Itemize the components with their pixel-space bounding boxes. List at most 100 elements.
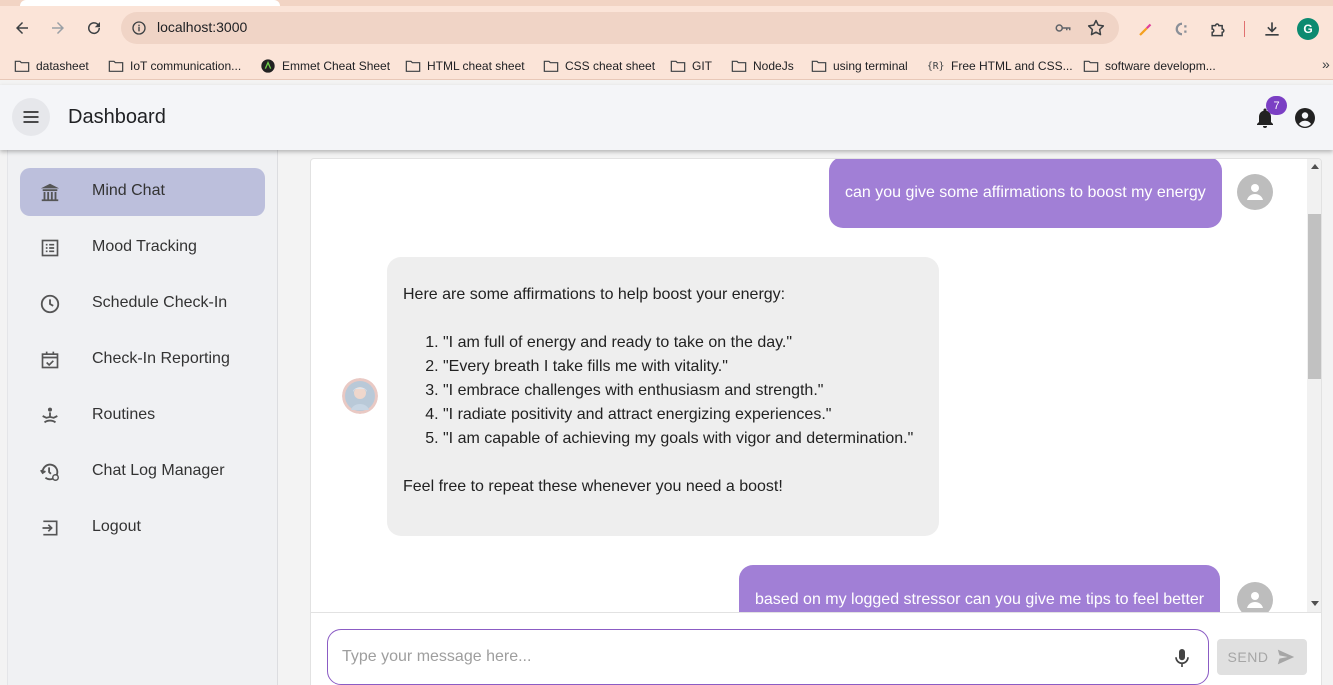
temple-icon: [40, 183, 60, 202]
password-key-icon[interactable]: [1053, 19, 1073, 37]
bookmark-label: datasheet: [36, 59, 89, 73]
bookmark-item[interactable]: software developm...: [1083, 57, 1216, 75]
bookmark-label: using terminal: [833, 59, 908, 73]
list-item: "Every breath I take fills me with vital…: [443, 355, 923, 379]
eyedropper-icon: [1139, 23, 1152, 36]
profile-avatar[interactable]: G: [1297, 18, 1319, 40]
bookmark-star-icon[interactable]: [1086, 18, 1106, 38]
folder-icon: [405, 60, 421, 72]
bookmark-label: IoT communication...: [130, 59, 242, 73]
sidebar-item-mood-tracking[interactable]: Mood Tracking: [20, 224, 265, 272]
bookmark-item[interactable]: Emmet Cheat Sheet: [260, 57, 390, 75]
code-extension[interactable]: [1171, 18, 1193, 40]
sidebar-item-check-in-reporting[interactable]: Check-In Reporting: [20, 336, 265, 384]
bookmark-item[interactable]: NodeJs: [731, 57, 794, 75]
send-arrow-icon: [1278, 649, 1295, 665]
folder-icon: [108, 60, 124, 72]
sidebar-item-label: Logout: [92, 518, 141, 535]
bot-avatar: [342, 378, 378, 414]
hamburger-menu-icon: [23, 111, 39, 123]
bookmark-label: CSS cheat sheet: [565, 59, 656, 73]
bookmarks-bar: datasheet IoT communication... Emmet Che…: [0, 50, 1333, 80]
puzzle-icon: [1211, 23, 1225, 37]
bookmark-item[interactable]: using terminal: [811, 57, 908, 75]
folder-icon: [670, 60, 686, 72]
folder-icon: [1083, 60, 1099, 72]
list-item: "I radiate positivity and attract energi…: [443, 403, 923, 427]
bot-message-bubble: Here are some affirmations to help boost…: [387, 257, 939, 536]
send-button[interactable]: SEND: [1217, 639, 1307, 675]
color-picker-extension[interactable]: [1135, 18, 1157, 40]
list-item: "I am full of energy and ready to take o…: [443, 331, 923, 355]
bookmark-label: GIT: [692, 59, 712, 73]
send-button-label: SEND: [1227, 649, 1269, 665]
message-input[interactable]: [327, 629, 1209, 685]
bookmark-label: HTML cheat sheet: [427, 59, 525, 73]
url-text[interactable]: localhost:3000: [157, 19, 247, 35]
account-circle-icon[interactable]: [1293, 106, 1317, 130]
downloads-button[interactable]: [1261, 18, 1283, 40]
browser-toolbar: localhost:3000 G: [0, 6, 1333, 50]
list-item: "I am capable of achieving my goals with…: [443, 427, 923, 451]
bookmark-item[interactable]: CSS cheat sheet: [543, 57, 655, 75]
toolbar-divider: [1244, 21, 1245, 37]
sidebar-item-label: Mind Chat: [92, 182, 165, 199]
bookmark-label: Emmet Cheat Sheet: [282, 59, 391, 73]
forward-button[interactable]: [46, 16, 70, 40]
folder-icon: [731, 60, 747, 72]
bookmark-item[interactable]: datasheet: [14, 57, 89, 75]
user-avatar: [1237, 582, 1273, 612]
bookmark-item[interactable]: IoT communication...: [108, 57, 241, 75]
sidebar-item-label: Routines: [92, 406, 156, 423]
history-settings-icon: [40, 463, 59, 481]
sidebar-item-routines[interactable]: Routines: [20, 392, 265, 440]
download-icon: [1265, 22, 1279, 36]
list-item: "I embrace challenges with enthusiasm an…: [443, 379, 923, 403]
scroll-down-arrow-icon[interactable]: [1311, 601, 1319, 606]
folder-icon: [543, 60, 559, 72]
microphone-icon[interactable]: [1173, 647, 1191, 669]
r-icon: {R}: [927, 61, 944, 72]
notification-badge: 7: [1266, 96, 1287, 115]
scroll-up-arrow-icon[interactable]: [1311, 164, 1319, 169]
bookmarks-overflow-button[interactable]: »: [1322, 56, 1330, 72]
logout-icon: [42, 520, 58, 536]
menu-button[interactable]: [12, 98, 50, 136]
affirmation-list: "I am full of energy and ready to take o…: [443, 331, 923, 451]
back-button[interactable]: [10, 16, 34, 40]
bot-message-outro: Feel free to repeat these whenever you n…: [403, 478, 783, 495]
chat-panel[interactable]: can you give some affirmations to boost …: [310, 158, 1322, 613]
list-icon: [41, 239, 59, 257]
address-bar[interactable]: localhost:3000: [121, 12, 1119, 44]
reload-button[interactable]: [82, 16, 106, 40]
page-title: Dashboard: [68, 106, 166, 128]
chat-scrollbar-thumb[interactable]: [1308, 214, 1321, 379]
site-info-icon[interactable]: [131, 20, 147, 36]
bookmark-item[interactable]: GIT: [670, 57, 712, 75]
emmet-icon: [261, 59, 275, 73]
bookmark-label: NodeJs: [753, 59, 794, 73]
sidebar-item-schedule-check-in[interactable]: Schedule Check-In: [20, 280, 265, 328]
bookmark-item[interactable]: HTML cheat sheet: [405, 57, 525, 75]
sidebar-item-label: Schedule Check-In: [92, 294, 228, 311]
bookmark-label: Free HTML and CSS...: [951, 59, 1073, 73]
calendar-check-icon: [41, 351, 59, 369]
sidebar-item-chat-log-manager[interactable]: Chat Log Manager: [20, 448, 265, 496]
user-message-bubble: based on my logged stressor can you give…: [739, 565, 1221, 612]
message-composer: SEND: [310, 613, 1322, 685]
user-message-bubble: can you give some affirmations to boost …: [829, 159, 1222, 228]
person-icon: [1247, 592, 1263, 608]
folder-icon: [14, 60, 30, 72]
sidebar-item-label: Chat Log Manager: [92, 462, 225, 479]
sidebar-item-mind-chat[interactable]: Mind Chat: [20, 168, 265, 216]
sidebar-item-logout[interactable]: Logout: [20, 504, 265, 552]
extensions-button[interactable]: [1207, 18, 1229, 40]
message-text: based on my logged stressor can you give…: [755, 591, 1205, 608]
folder-icon: [811, 60, 827, 72]
code-c-icon: [1175, 22, 1187, 36]
clock-icon: [40, 294, 60, 314]
bot-portrait-icon: [342, 378, 378, 414]
message-text: can you give some affirmations to boost …: [845, 183, 1206, 201]
bookmark-item[interactable]: {R} Free HTML and CSS...: [927, 57, 1073, 75]
forward-arrow-icon: [52, 22, 64, 34]
